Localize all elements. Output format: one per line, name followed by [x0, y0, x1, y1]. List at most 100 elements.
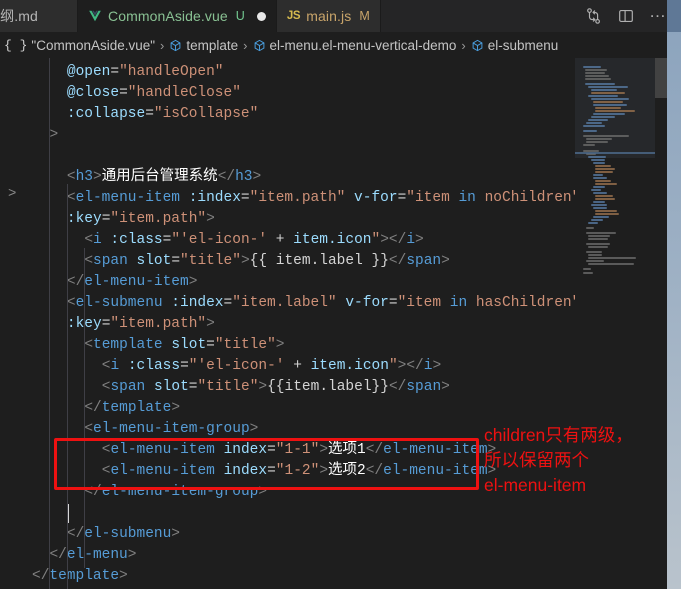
code-token: < — [84, 253, 94, 269]
code-line[interactable]: <span slot="title">{{ item.label }}</spa… — [84, 251, 450, 272]
code-token: ></ — [380, 232, 407, 248]
minimap-line — [593, 101, 623, 103]
code-line[interactable]: <i :class="'el-icon-' + item.icon"></i> — [102, 356, 441, 377]
code-token: = — [267, 442, 276, 458]
code-token: < — [66, 169, 76, 185]
fold-caret-icon[interactable]: > — [8, 186, 16, 202]
code-line[interactable]: <el-submenu :index="item.label" v-for="i… — [67, 293, 580, 314]
code-line[interactable]: :collapse="isCollapse" — [67, 104, 258, 125]
split-editor-icon[interactable] — [585, 7, 603, 25]
code-token: </ — [388, 379, 407, 395]
code-token: > — [206, 211, 215, 227]
minimap-line — [588, 246, 609, 248]
minimap-line — [585, 138, 612, 140]
minimap-line — [595, 198, 616, 200]
minimap-line — [593, 104, 627, 106]
minimap-line — [593, 177, 607, 179]
code-line[interactable]: </el-menu-item> — [67, 272, 198, 293]
code-line[interactable]: </el-menu-item-group> — [84, 482, 267, 503]
minimap-line — [595, 165, 612, 167]
code-token: "item.label" — [232, 295, 337, 311]
code-token: "item — [406, 190, 459, 206]
indent-guide — [66, 184, 68, 589]
minimap-line — [590, 98, 629, 100]
breadcrumb-item-template[interactable]: template — [169, 38, 238, 53]
code-token: > — [249, 421, 259, 437]
code-line[interactable]: :key="item.path"> — [67, 209, 215, 230]
minimap-line — [595, 107, 622, 109]
code-token: + — [267, 232, 294, 248]
editor-vertical-scrollbar[interactable] — [655, 58, 667, 589]
code-line[interactable]: @close="handleClose" — [67, 83, 241, 104]
tab-label: 大纲.md — [0, 8, 38, 24]
code-token: span — [110, 379, 146, 395]
code-token: </ — [49, 547, 67, 563]
code-token: :class — [127, 358, 181, 374]
editor-gutter[interactable]: > — [0, 58, 22, 589]
code-line[interactable]: <span slot="title">{{item.label}}</span> — [102, 377, 450, 398]
json-braces-icon: { } — [4, 37, 28, 53]
minimap-line — [595, 180, 612, 182]
tab-commonaside-vue[interactable]: CommonAside.vue U — [78, 0, 277, 32]
breadcrumb-item-el-submenu[interactable]: el-submenu — [471, 38, 558, 53]
code-token: i — [93, 232, 102, 248]
code-line[interactable]: <el-menu-item-group> — [84, 419, 258, 440]
code-line[interactable]: </template> — [84, 398, 180, 419]
breadcrumb-label: "CommonAside.vue" — [31, 37, 156, 53]
editor-tab-bar: 大纲.md CommonAside.vue U JS main.js M — [0, 0, 681, 32]
code-line[interactable]: </template> — [32, 566, 128, 587]
minimap-line — [590, 92, 625, 94]
code-token: hasChildren" — [467, 295, 581, 311]
editor-minimap[interactable] — [575, 58, 655, 589]
code-token: h3 — [75, 169, 93, 185]
code-token: slot — [171, 337, 207, 353]
minimap-line — [585, 243, 610, 245]
code-token: slot — [153, 379, 189, 395]
code-line[interactable]: <el-menu-item index="1-1">选项1</el-menu-i… — [102, 440, 497, 461]
code-token: > — [441, 379, 450, 395]
breadcrumb-item-el-menu[interactable]: el-menu.el-menu-vertical-demo — [253, 38, 456, 53]
code-line[interactable]: <el-menu-item :index="item.path" v-for="… — [67, 188, 580, 209]
code-token: > — [171, 400, 181, 416]
minimap-line — [583, 66, 602, 68]
scrollbar-thumb[interactable] — [655, 58, 667, 98]
code-token: > — [319, 442, 329, 458]
minimap-line — [595, 110, 636, 112]
minimap-line — [588, 263, 635, 265]
minimap-line — [588, 235, 611, 237]
code-line[interactable]: <el-menu-item index="1-2">选项2</el-menu-i… — [102, 461, 497, 482]
code-line[interactable]: @open="handleOpen" — [67, 62, 224, 83]
code-token: span — [93, 253, 128, 269]
code-line[interactable]: :key="item.path"> — [67, 314, 215, 335]
toggle-panel-icon[interactable] — [617, 7, 635, 25]
minimap-current-line — [575, 152, 655, 154]
code-token: "item — [397, 295, 450, 311]
code-line[interactable]: <h3>通用后台管理系统</h3> — [67, 167, 261, 188]
code-line[interactable]: <template slot="title"> — [84, 335, 284, 356]
minimap-line — [583, 125, 606, 127]
code-token: </ — [217, 169, 236, 185]
code-token: "item.path" — [249, 190, 346, 206]
code-token: "title" — [180, 253, 241, 269]
breadcrumb-item-file[interactable]: { } "CommonAside.vue" — [4, 38, 155, 53]
code-token: > — [119, 568, 128, 584]
code-line[interactable]: <i :class="'el-icon-' + item.icon"></i> — [84, 230, 423, 251]
code-token: el-menu-item — [110, 463, 215, 479]
tab-dirty-indicator[interactable] — [256, 11, 266, 21]
more-actions-icon[interactable]: … — [649, 3, 667, 25]
code-editor[interactable]: > @open="handleOpen" @close="handleClose"… — [0, 58, 681, 589]
code-line[interactable]: </el-menu> — [49, 545, 136, 566]
tab-main-js[interactable]: JS main.js M — [276, 0, 381, 32]
minimap-line — [593, 174, 603, 176]
code-token: "1-1" — [275, 442, 320, 458]
code-token: slot — [136, 253, 172, 269]
tab-outline-md[interactable]: 大纲.md — [0, 0, 78, 32]
code-content[interactable]: @open="handleOpen" @close="handleClose":c… — [22, 58, 582, 589]
code-token: item.icon — [310, 358, 389, 374]
code-token: </ — [365, 463, 384, 479]
code-token: > — [258, 484, 268, 500]
minimap-line — [590, 89, 617, 91]
minimap-line — [590, 219, 603, 221]
code-line[interactable]: > — [49, 125, 58, 146]
code-token: = — [145, 106, 154, 122]
